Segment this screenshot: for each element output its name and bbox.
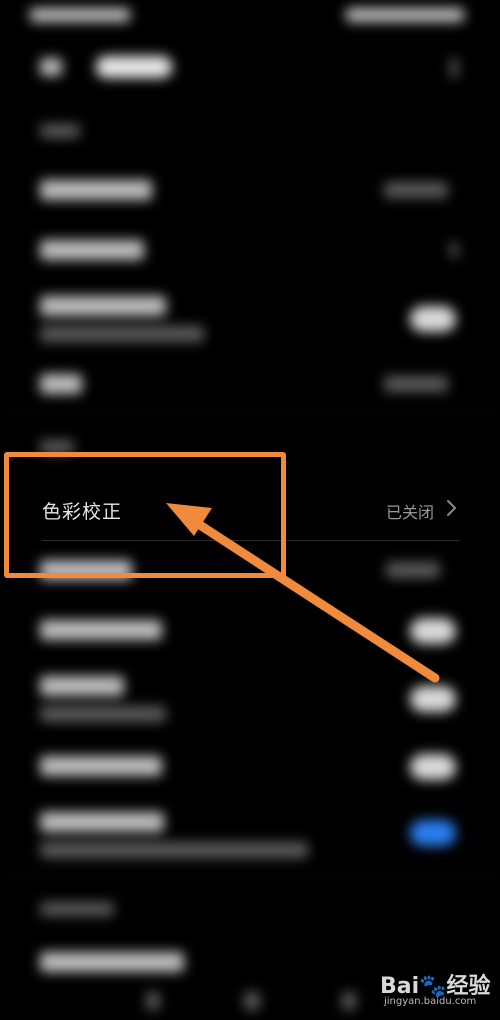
arrow-icon	[166, 503, 440, 683]
screen: { "settings": { "color_correction": { "l…	[0, 0, 500, 1020]
watermark-url: jingyan.baidu.com	[384, 996, 477, 1007]
watermark: Bai🐾经验 jingyan.baidu.com	[380, 968, 496, 1014]
